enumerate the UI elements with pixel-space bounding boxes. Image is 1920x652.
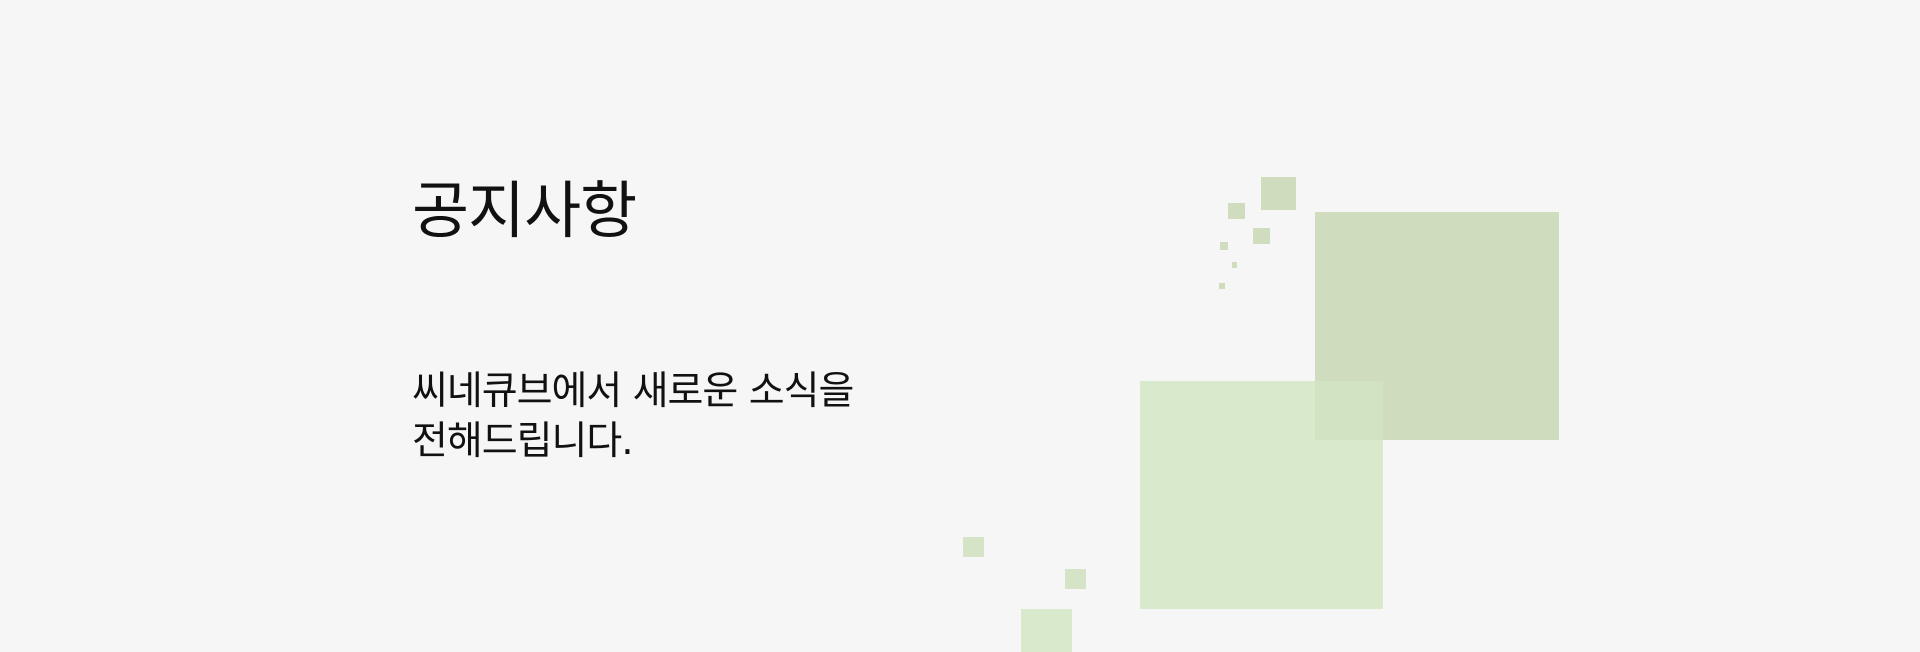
- description-line-2: 전해드립니다.: [412, 419, 634, 464]
- page-title: 공지사항: [412, 174, 637, 247]
- page-description: 씨네큐브에서 새로운 소식을 전해드립니다.: [412, 367, 932, 467]
- hero-text-block: 공지사항 씨네큐브에서 새로운 소식을 전해드립니다.: [412, 172, 854, 464]
- small-square: [1253, 228, 1270, 244]
- tiny-square: [1232, 262, 1237, 268]
- small-square: [1261, 177, 1296, 210]
- small-square: [963, 537, 984, 557]
- small-square: [1065, 569, 1086, 589]
- description-line-1: 씨네큐브에서 새로운 소식을: [412, 369, 854, 414]
- square-overlap-area: [1315, 381, 1383, 440]
- small-square: [1228, 203, 1245, 219]
- tiny-square: [1220, 242, 1228, 250]
- tiny-square: [1219, 283, 1225, 289]
- medium-square: [1021, 609, 1072, 652]
- notice-hero-banner: 공지사항 씨네큐브에서 새로운 소식을 전해드립니다.: [0, 0, 1920, 652]
